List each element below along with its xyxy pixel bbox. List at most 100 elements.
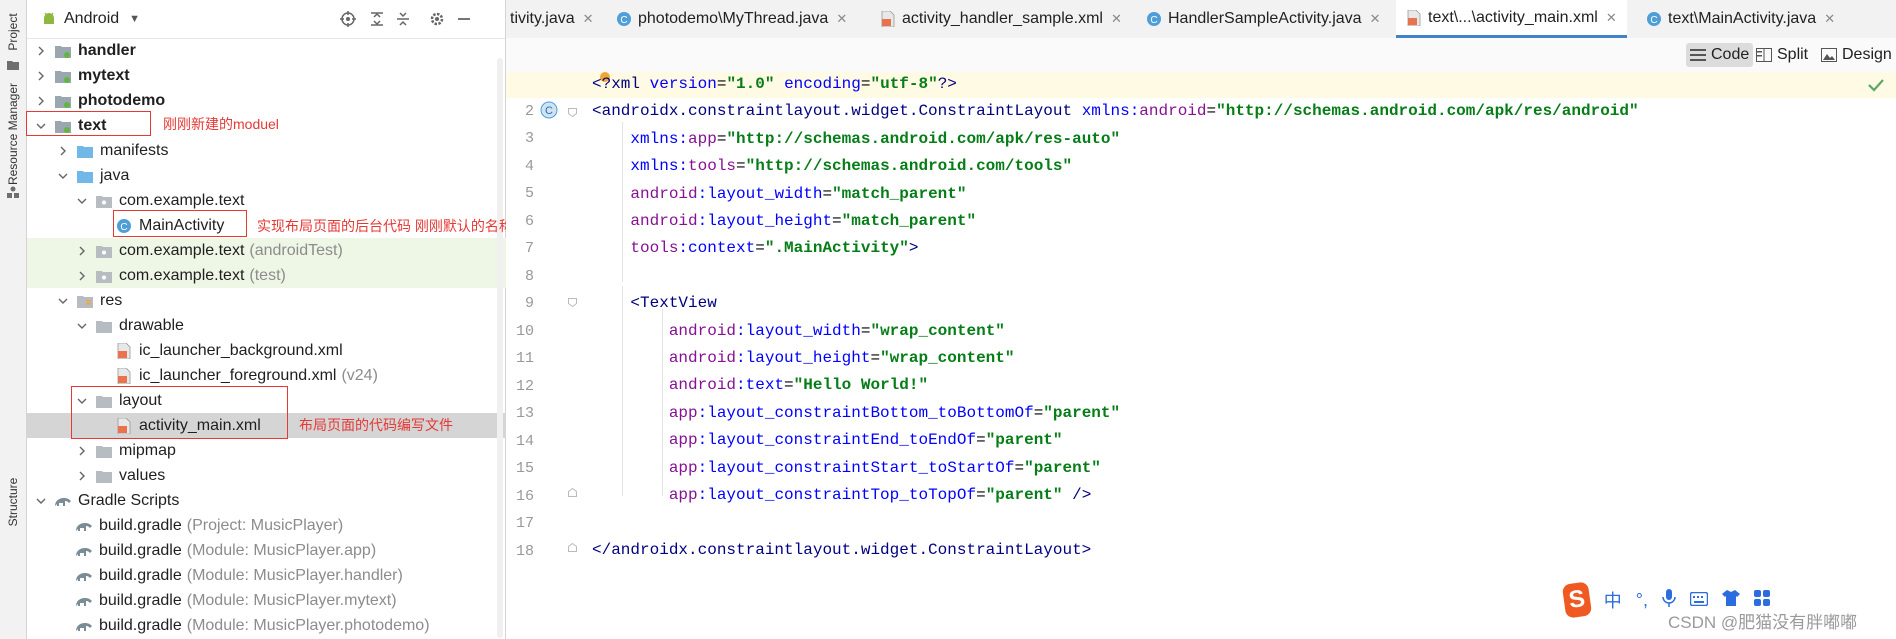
code-line[interactable]: tools:context=".MainActivity"> xyxy=(592,239,918,257)
code-line[interactable]: <TextView xyxy=(592,294,716,312)
svg-text:C: C xyxy=(620,15,627,26)
tree-item-build-gradle-project[interactable]: build.gradle (Project: MusicPlayer) xyxy=(27,513,553,538)
tab-label: text\...\activity_main.xml xyxy=(1428,8,1598,26)
close-icon[interactable]: ✕ xyxy=(1606,10,1617,26)
tree-item-package-test[interactable]: com.example.text (test) xyxy=(27,263,553,288)
code-token: "wrap_content" xyxy=(880,349,1015,367)
line-number: 2 xyxy=(524,103,534,120)
tree-item-package-androidtest[interactable]: com.example.text (androidTest) xyxy=(27,238,553,263)
tab-activity-handler-sample-xml[interactable]: activity_handler_sample.xml ✕ xyxy=(880,0,1122,38)
tree-item-mytext[interactable]: mytext xyxy=(27,63,512,88)
close-icon[interactable]: ✕ xyxy=(1111,11,1122,27)
chevron-right-icon xyxy=(34,69,48,83)
tool-window-strip: Project Resource Manager Structure xyxy=(0,0,27,639)
design-mode-button[interactable]: Design xyxy=(1817,43,1896,67)
code-line[interactable]: <androidx.constraintlayout.widget.Constr… xyxy=(592,102,1639,120)
tree-item-qualifier: (Project: MusicPlayer) xyxy=(186,516,344,534)
folder-icon xyxy=(95,468,113,484)
inspection-ok-icon[interactable] xyxy=(1868,78,1884,92)
project-scrollbar[interactable] xyxy=(497,58,503,638)
gradle-icon xyxy=(75,518,93,534)
tree-item-gradle-scripts[interactable]: Gradle Scripts xyxy=(27,488,512,513)
code-line[interactable]: android:layout_width="match_parent" xyxy=(592,185,966,203)
code-line[interactable]: xmlns:tools="http://schemas.android.com/… xyxy=(592,157,1072,175)
svg-text:C: C xyxy=(1650,15,1657,26)
project-view-selector[interactable]: Android ▼ xyxy=(42,9,140,29)
tree-item-build-gradle-app[interactable]: build.gradle (Module: MusicPlayer.app) xyxy=(27,538,553,563)
tree-item-qualifier: (Module: MusicPlayer.mytext) xyxy=(186,591,397,609)
close-icon[interactable]: ✕ xyxy=(583,11,594,27)
tree-item-photodemo[interactable]: photodemo xyxy=(27,88,512,113)
chinese-mode-toggle[interactable]: 中 xyxy=(1604,587,1622,613)
resource-manager-tool-tab[interactable]: Resource Manager xyxy=(2,83,24,185)
tree-item-label: com.example.text xyxy=(119,266,245,284)
tree-item-values[interactable]: values xyxy=(27,463,553,488)
project-view-mode: Android xyxy=(64,10,120,27)
gear-icon[interactable] xyxy=(428,10,446,28)
sogou-logo[interactable]: S xyxy=(1561,581,1593,619)
line-number: 11 xyxy=(515,350,534,367)
tab-mainactivity-java[interactable]: C text\MainActivity.java ✕ xyxy=(1646,0,1835,38)
code-token: android xyxy=(668,321,737,340)
code-token: android xyxy=(1139,102,1207,121)
line-number: 18 xyxy=(515,543,534,560)
code-view-icon xyxy=(1690,48,1706,62)
code-mode-button[interactable]: Code xyxy=(1686,43,1754,67)
code-line[interactable]: app:layout_constraintTop_toTopOf="parent… xyxy=(592,486,1092,504)
collapse-all-icon[interactable] xyxy=(394,10,412,28)
code-line[interactable]: app:layout_constraintBottom_toBottomOf="… xyxy=(592,404,1120,422)
line-number: 13 xyxy=(515,405,534,422)
tree-item-drawable[interactable]: drawable xyxy=(27,313,553,338)
tree-item-res[interactable]: res xyxy=(27,288,534,313)
code-line[interactable]: android:layout_width="wrap_content" xyxy=(592,322,1005,340)
code-line[interactable]: xmlns:app="http://schemas.android.com/ap… xyxy=(592,130,1120,148)
close-icon[interactable]: ✕ xyxy=(1824,11,1835,27)
code-token: :text xyxy=(736,376,785,395)
chevron-right-icon xyxy=(75,469,89,483)
close-icon[interactable]: ✕ xyxy=(1370,11,1381,27)
code-token: android xyxy=(630,184,698,203)
code-line[interactable]: </androidx.constraintlayout.widget.Const… xyxy=(592,541,1091,559)
tree-item-package[interactable]: com.example.text xyxy=(27,188,553,213)
minimize-icon[interactable] xyxy=(455,10,473,28)
code-area[interactable]: <?xml version="1.0" encoding="utf-8"?> <a… xyxy=(506,72,1896,639)
tab-handlersampleactivity-java[interactable]: C HandlerSampleActivity.java ✕ xyxy=(1146,0,1380,38)
expand-all-icon[interactable] xyxy=(368,10,386,28)
tree-item-mipmap[interactable]: mipmap xyxy=(27,438,553,463)
code-line[interactable]: android:layout_height="match_parent" xyxy=(592,212,976,230)
tree-item-qualifier: (Module: MusicPlayer.photodemo) xyxy=(186,616,430,634)
code-token: ?> xyxy=(937,75,957,93)
code-token: <androidx.constraintlayout.widget.Constr… xyxy=(592,102,1082,121)
code-line[interactable]: app:layout_constraintEnd_toEndOf="parent… xyxy=(592,431,1063,449)
code-token: android xyxy=(668,376,737,395)
fold-marker-icon[interactable] xyxy=(568,488,577,497)
fold-marker-icon[interactable] xyxy=(568,108,577,117)
tree-item-build-gradle-photodemo[interactable]: build.gradle (Module: MusicPlayer.photod… xyxy=(27,613,553,638)
tab-activity-main-xml[interactable]: text\...\activity_main.xml ✕ xyxy=(1396,0,1627,38)
punctuation-toggle[interactable]: °, xyxy=(1636,590,1648,611)
locate-file-icon[interactable] xyxy=(339,10,357,28)
code-line[interactable]: android:layout_height="wrap_content" xyxy=(592,349,1015,367)
gradle-icon xyxy=(75,618,93,634)
tree-item-java[interactable]: java xyxy=(27,163,534,188)
close-icon[interactable]: ✕ xyxy=(836,11,847,27)
code-line[interactable]: <?xml version="1.0" encoding="utf-8"?> xyxy=(592,75,957,93)
tree-item-build-gradle-mytext[interactable]: build.gradle (Module: MusicPlayer.mytext… xyxy=(27,588,553,613)
tree-item-handler[interactable]: handler xyxy=(27,38,512,63)
watermark: CSDN @肥猫没有胖嘟嘟 xyxy=(1668,613,1858,632)
split-mode-button[interactable]: Split xyxy=(1752,43,1812,67)
tree-item-manifests[interactable]: manifests xyxy=(27,138,534,163)
fold-marker-icon[interactable] xyxy=(568,298,577,307)
code-line[interactable]: app:layout_constraintStart_toStartOf="pa… xyxy=(592,459,1101,477)
code-token: = xyxy=(736,157,746,176)
fold-marker-icon[interactable] xyxy=(568,543,577,552)
activity-class-gutter-icon[interactable]: C xyxy=(540,101,558,119)
structure-tool-tab[interactable]: Structure xyxy=(2,472,24,532)
tree-item-build-gradle-handler[interactable]: build.gradle (Module: MusicPlayer.handle… xyxy=(27,563,553,588)
tab-activity-java[interactable]: tivity.java ✕ xyxy=(510,0,594,38)
project-tool-tab[interactable]: Project xyxy=(2,8,24,56)
tab-mythread-java[interactable]: C photodemo\MyThread.java ✕ xyxy=(616,0,847,38)
code-line[interactable]: android:text="Hello World!" xyxy=(592,376,928,394)
code-token: tools xyxy=(688,157,737,176)
